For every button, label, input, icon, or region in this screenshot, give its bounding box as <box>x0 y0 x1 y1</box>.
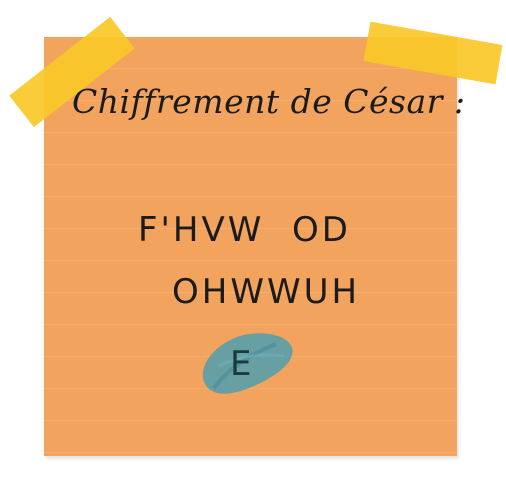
cipher-line-1: F'HVW OD <box>138 210 351 250</box>
note-title: Chiffrement de César : <box>72 82 466 121</box>
canvas: Chiffrement de César : F'HVW OD OHWWUH E <box>0 0 506 493</box>
answer-letter: E <box>230 344 252 384</box>
cipher-line-2: OHWWUH <box>172 272 361 312</box>
